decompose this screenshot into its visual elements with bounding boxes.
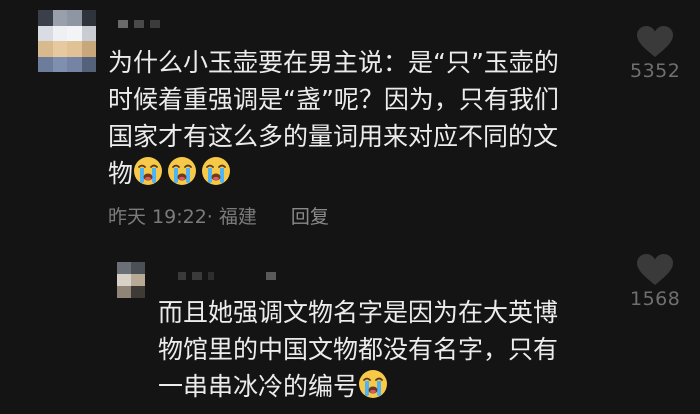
heart-icon bbox=[637, 26, 674, 57]
comment-text: 为什么小玉壶要在男主说：是“只”玉壶的 时候着重强调是“盏”呢？因为，只有我们 … bbox=[108, 44, 588, 192]
comment-location: · 福建 bbox=[206, 206, 257, 228]
like-button[interactable]: 5352 bbox=[630, 26, 680, 82]
reply-text: 而且她强调文物名字是因为在大英博 物馆里的中国文物都没有名字，只有 一串串冰冷的… bbox=[158, 294, 598, 405]
heart-icon bbox=[637, 254, 674, 285]
username-blurred[interactable] bbox=[118, 20, 160, 28]
comment-emojis bbox=[133, 157, 235, 188]
loudly-crying-face-icon bbox=[134, 157, 163, 185]
reply-like-count: 1568 bbox=[630, 288, 681, 310]
reply-emojis bbox=[358, 370, 392, 401]
comment-meta: 昨天 19:22 · 福建 回复 bbox=[108, 202, 329, 229]
reply-avatar[interactable] bbox=[117, 262, 145, 298]
avatar[interactable] bbox=[38, 10, 96, 72]
reply-button[interactable]: 回复 bbox=[291, 202, 329, 229]
comment-date: 昨天 19:22 bbox=[108, 206, 207, 228]
reply-like-button[interactable]: 1568 bbox=[630, 254, 680, 310]
loudly-crying-face-icon bbox=[202, 157, 231, 185]
loudly-crying-face-icon bbox=[168, 157, 197, 185]
like-count: 5352 bbox=[630, 60, 681, 82]
loudly-crying-face-icon bbox=[359, 370, 388, 398]
reply-username-blurred[interactable] bbox=[178, 272, 276, 280]
comment-thread: 为什么小玉壶要在男主说：是“只”玉壶的 时候着重强调是“盏”呢？因为，只有我们 … bbox=[0, 0, 700, 414]
